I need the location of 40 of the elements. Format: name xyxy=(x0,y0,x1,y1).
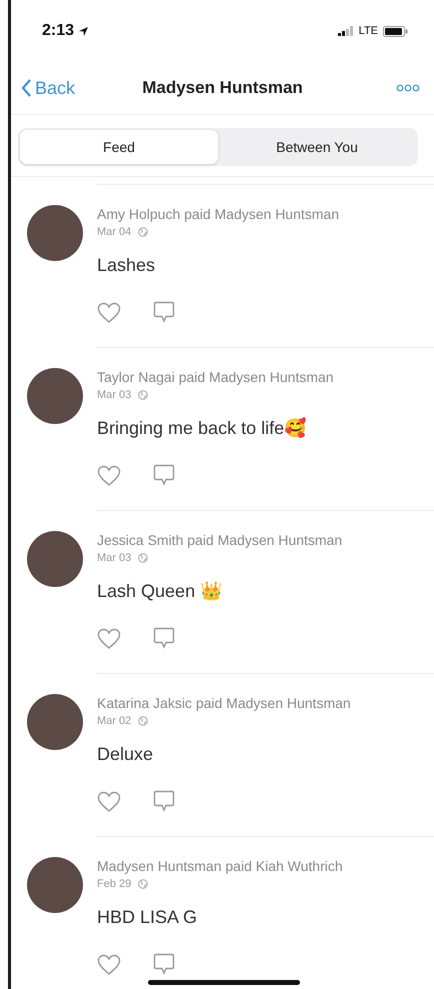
payment-date: Feb 29 xyxy=(97,878,132,890)
like-heart-icon[interactable] xyxy=(97,302,121,324)
like-heart-icon[interactable] xyxy=(97,954,121,976)
tab[interactable]: Between You xyxy=(218,130,416,164)
page-title: Madysen Huntsman xyxy=(142,78,303,97)
more-icon[interactable] xyxy=(396,84,420,92)
globe-icon xyxy=(138,716,148,726)
payment-title: Katarina Jaksic paid Madysen Huntsman xyxy=(97,694,352,712)
payment-note: Lash Queen 👑 xyxy=(97,580,224,603)
payment-note: HBD LISA G xyxy=(97,906,198,929)
chevron-left-icon xyxy=(21,78,32,98)
payment-title: Taylor Nagai paid Madysen Huntsman xyxy=(97,368,335,386)
battery-icon xyxy=(383,26,408,36)
like-heart-icon[interactable] xyxy=(97,628,121,650)
globe-icon xyxy=(138,390,148,400)
comment-icon[interactable] xyxy=(153,790,175,814)
payment-note: Bringing me back to life🥰 xyxy=(97,416,308,440)
payment-note: Lashes xyxy=(97,254,156,277)
comment-icon[interactable] xyxy=(153,627,175,651)
payment-title: Jessica Smith paid Madysen Huntsman xyxy=(97,531,344,549)
payment-date: Mar 03 xyxy=(97,552,132,564)
network-label: LTE xyxy=(358,25,378,37)
globe-icon xyxy=(138,553,148,563)
like-heart-icon[interactable] xyxy=(97,465,121,487)
comment-icon[interactable] xyxy=(153,301,175,325)
globe-icon xyxy=(138,227,148,237)
status-time: 2:13 xyxy=(42,22,74,40)
payment-title: Madysen Huntsman paid Kiah Wuthrich xyxy=(97,857,344,875)
location-arrow-icon xyxy=(78,26,90,36)
payment-date: Mar 04 xyxy=(97,226,132,238)
like-heart-icon[interactable] xyxy=(97,791,121,813)
globe-icon xyxy=(138,879,148,889)
payment-note: Deluxe xyxy=(97,743,154,766)
signal-icon xyxy=(338,26,354,36)
payment-date: Mar 03 xyxy=(97,389,132,401)
comment-icon[interactable] xyxy=(153,953,175,977)
payment-date: Mar 02 xyxy=(97,715,132,727)
payment-title: Amy Holpuch paid Madysen Huntsman xyxy=(97,205,340,223)
tab[interactable]: Feed xyxy=(20,130,218,164)
comment-icon[interactable] xyxy=(153,464,175,488)
